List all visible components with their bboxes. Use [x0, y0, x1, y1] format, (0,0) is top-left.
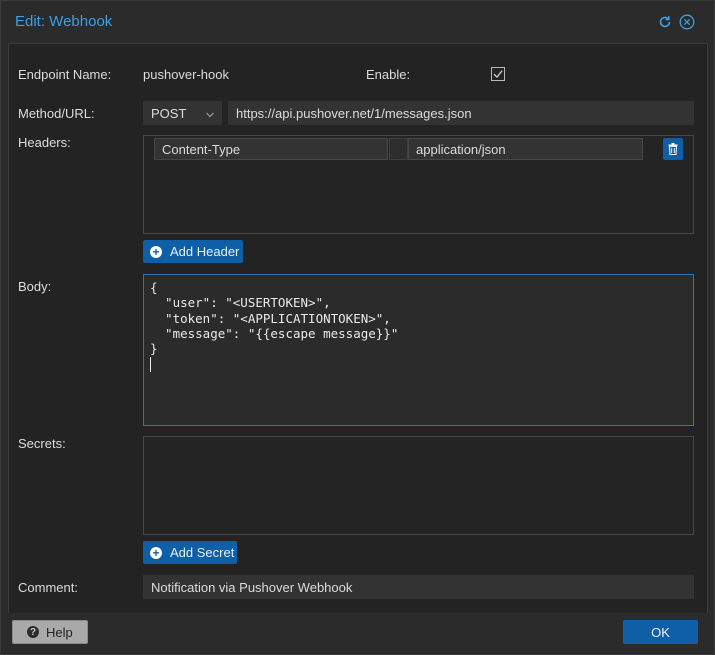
url-input[interactable]: https://api.pushover.net/1/messages.json	[228, 101, 694, 125]
add-header-label: Add Header	[170, 244, 240, 259]
method-url-label: Method/URL:	[18, 106, 95, 121]
trash-icon	[668, 143, 678, 155]
chevron-down-icon	[205, 108, 215, 123]
add-secret-button[interactable]: + Add Secret	[143, 541, 237, 564]
ok-label: OK	[651, 624, 670, 640]
enable-label: Enable:	[366, 67, 411, 82]
dialog-titlebar: Edit: Webhook	[1, 1, 714, 43]
method-select-value: POST	[151, 105, 187, 121]
dialog-title: Edit: Webhook	[15, 13, 113, 30]
headers-label: Headers:	[18, 135, 71, 150]
comment-input[interactable]: Notification via Pushover Webhook	[143, 575, 694, 599]
header-value-input[interactable]: application/json	[408, 138, 643, 160]
header-key-value: Content-Type	[162, 141, 241, 157]
url-input-value: https://api.pushover.net/1/messages.json	[236, 105, 472, 121]
delete-header-button[interactable]	[663, 138, 683, 160]
method-select[interactable]: POST	[143, 101, 222, 125]
body-label: Body:	[18, 279, 52, 294]
edit-webhook-dialog: Edit: Webhook Endpoint Name: pushover-ho…	[0, 0, 715, 655]
checkbox-icon	[491, 67, 505, 81]
ok-button[interactable]: OK	[623, 620, 698, 644]
comment-input-value: Notification via Pushover Webhook	[151, 579, 353, 595]
reset-icon[interactable]	[657, 14, 673, 30]
body-textarea[interactable]: { "user": "<USERTOKEN>", "token": "<APPL…	[143, 274, 694, 426]
header-key-input[interactable]: Content-Type	[154, 138, 388, 160]
header-separator	[389, 138, 408, 160]
help-button[interactable]: ? Help	[12, 620, 88, 644]
plus-circle-icon: +	[150, 546, 162, 559]
endpoint-name-value: pushover-hook	[143, 67, 229, 82]
secrets-label: Secrets:	[18, 436, 66, 451]
secrets-grid	[143, 436, 694, 535]
add-header-button[interactable]: + Add Header	[143, 240, 243, 263]
enable-checkbox[interactable]	[491, 67, 505, 81]
text-caret	[150, 357, 151, 373]
help-label: Help	[46, 624, 73, 640]
header-value-value: application/json	[416, 141, 506, 157]
plus-circle-icon: +	[150, 245, 162, 258]
comment-label: Comment:	[18, 580, 78, 595]
close-icon[interactable]	[679, 14, 695, 30]
body-text: { "user": "<USERTOKEN>", "token": "<APPL…	[150, 280, 399, 357]
help-icon: ?	[27, 626, 39, 638]
add-secret-label: Add Secret	[170, 545, 235, 560]
dialog-footer: ? Help OK	[1, 613, 714, 654]
endpoint-name-label: Endpoint Name:	[18, 67, 112, 82]
